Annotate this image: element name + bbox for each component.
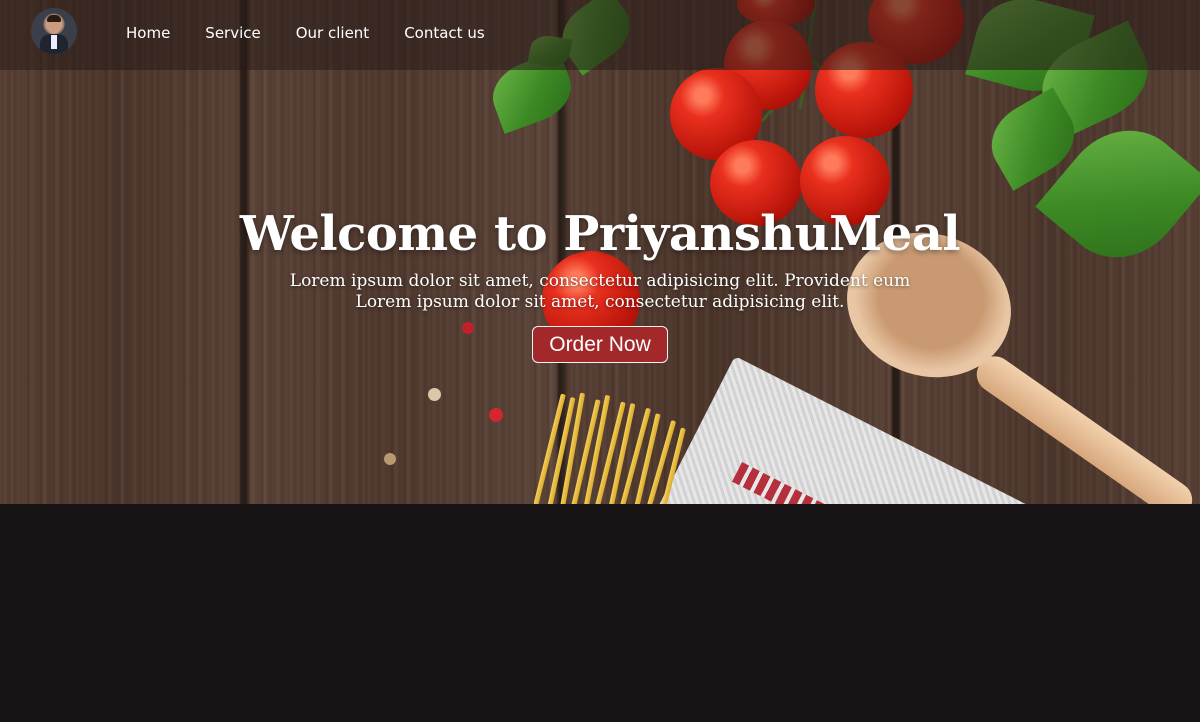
spaghetti-decoration xyxy=(534,392,694,504)
hero-description-line-1: Lorem ipsum dolor sit amet, consectetur … xyxy=(289,271,911,291)
nav-link-contact-us[interactable]: Contact us xyxy=(404,24,484,42)
hero-section: Welcome to PriyanshuMeal Lorem ipsum dol… xyxy=(0,0,1200,504)
nav-link-service[interactable]: Service xyxy=(205,24,260,42)
avatar-shirt xyxy=(51,35,57,49)
peppercorn-decoration xyxy=(489,408,503,422)
hero-title: Welcome to PriyanshuMeal xyxy=(239,206,961,262)
nav-link-our-client[interactable]: Our client xyxy=(296,24,369,42)
hero-description-line-2: Lorem ipsum dolor sit amet, consectetur … xyxy=(355,292,845,312)
avatar-hair xyxy=(47,15,61,22)
order-now-button[interactable]: Order Now xyxy=(532,326,668,363)
navbar: Home Service Our client Contact us xyxy=(0,0,1200,70)
peppercorn-decoration xyxy=(384,453,396,465)
hero-description: Lorem ipsum dolor sit amet, consectetur … xyxy=(0,271,1200,313)
hero-content: Welcome to PriyanshuMeal Lorem ipsum dol… xyxy=(0,205,1200,363)
lower-section xyxy=(0,504,1200,722)
peppercorn-decoration xyxy=(428,388,441,401)
avatar[interactable] xyxy=(31,8,77,54)
nav-links: Home Service Our client Contact us xyxy=(126,24,520,42)
nav-link-home[interactable]: Home xyxy=(126,24,170,42)
